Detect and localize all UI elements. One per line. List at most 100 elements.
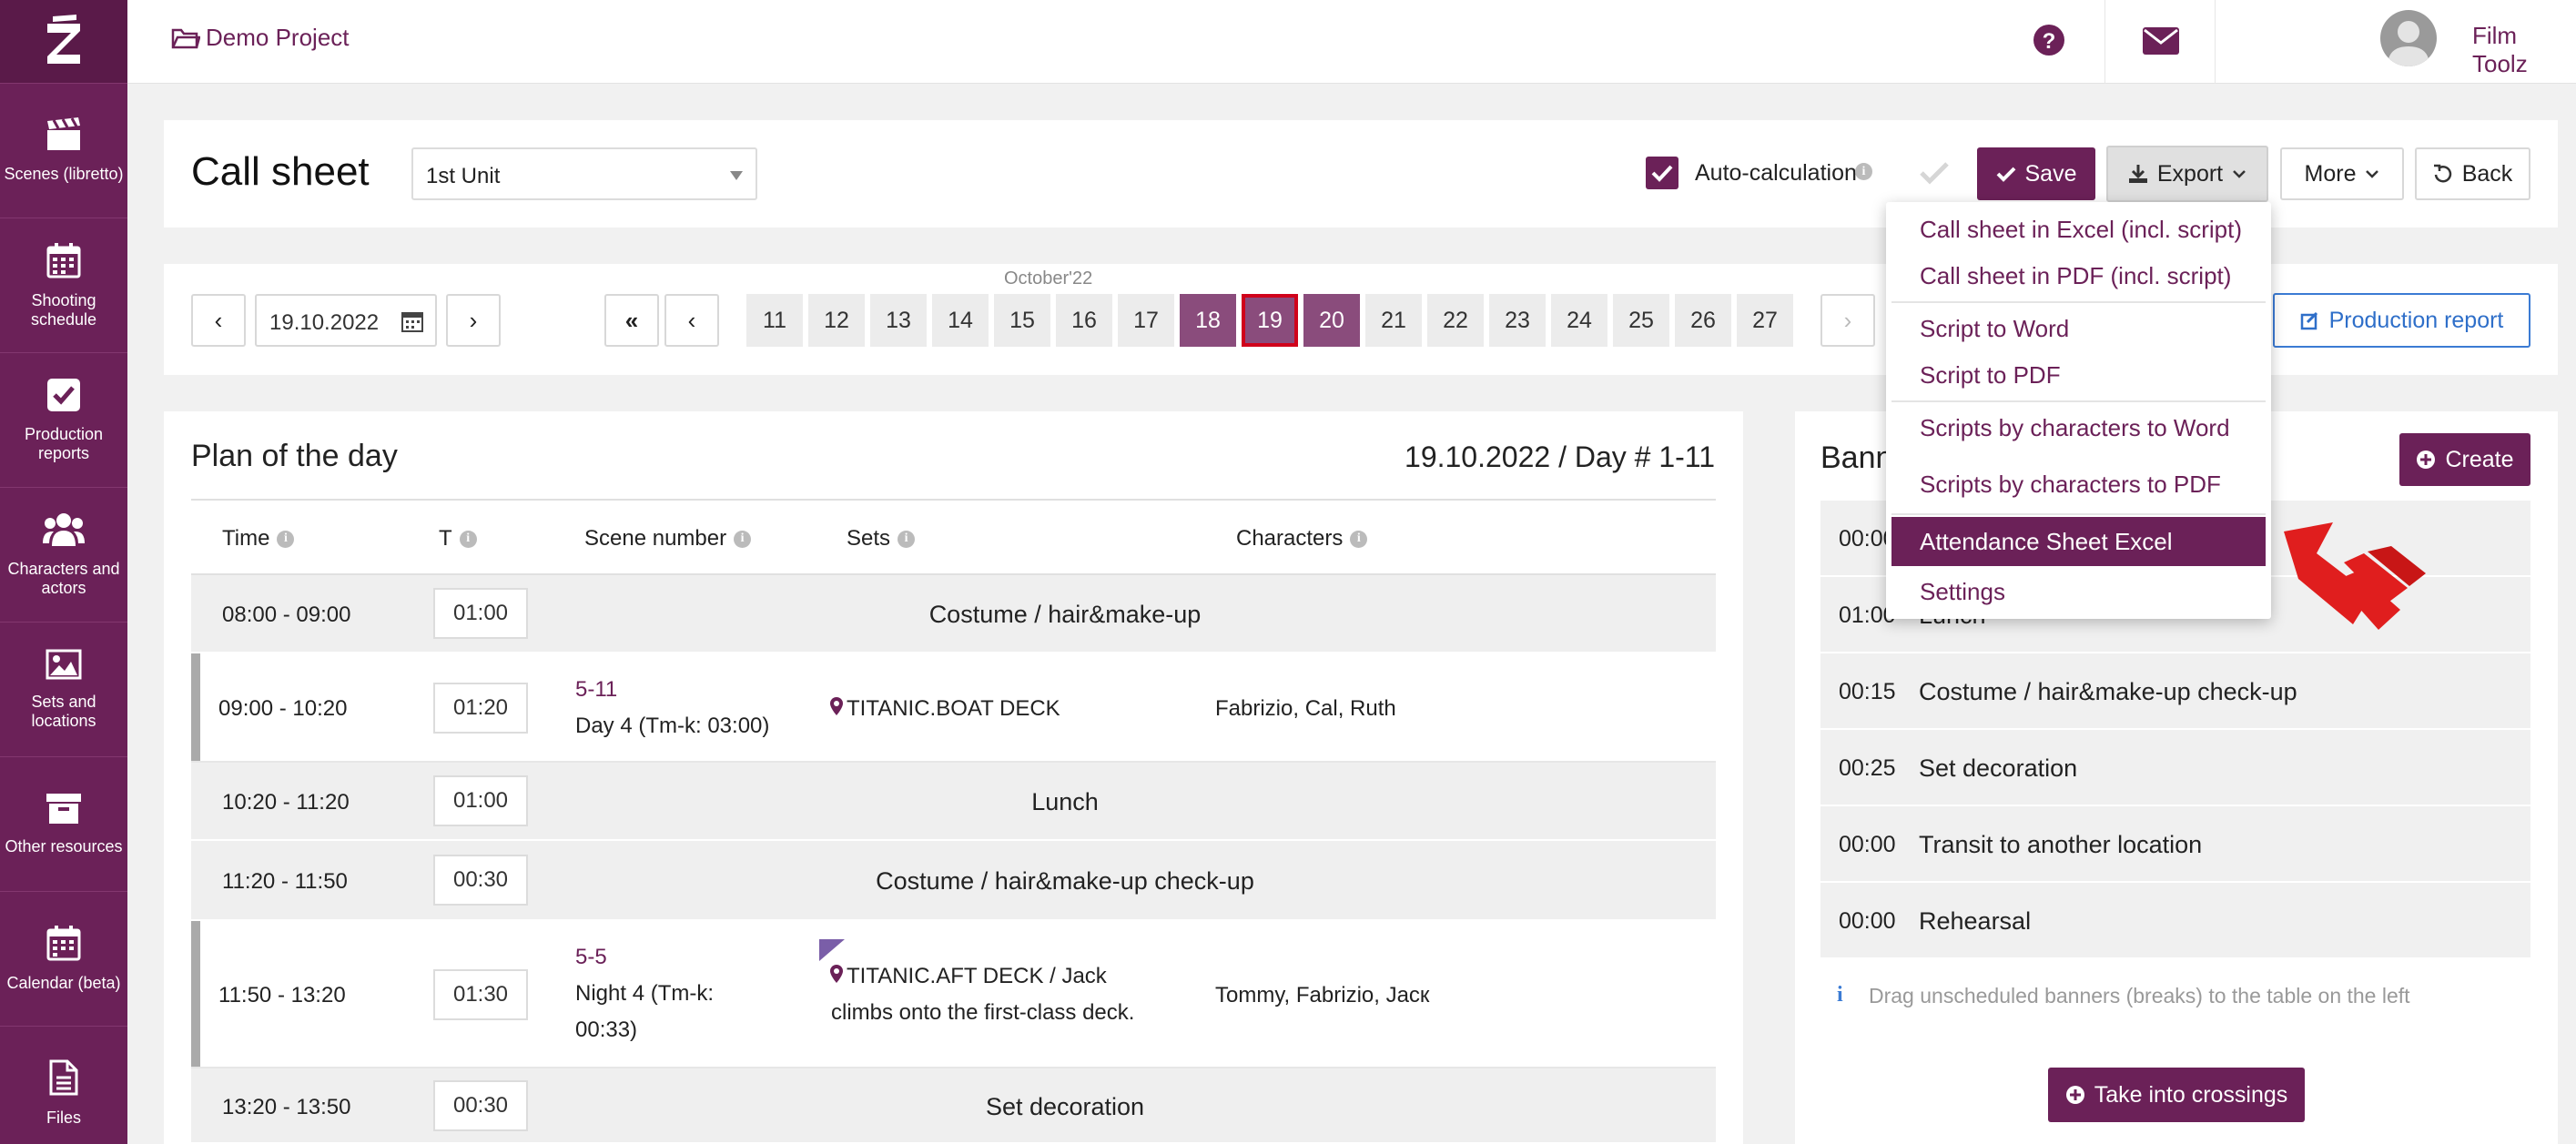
confirm-check-icon[interactable] bbox=[1919, 160, 1950, 186]
row-duration[interactable]: 01:30 bbox=[433, 969, 528, 1020]
export-button[interactable]: Export bbox=[2106, 146, 2268, 202]
image-icon bbox=[46, 649, 82, 679]
undo-icon bbox=[2433, 164, 2451, 183]
sidebar-item-characters[interactable]: Characters and actors bbox=[0, 488, 127, 623]
row-duration[interactable]: 00:30 bbox=[433, 855, 528, 906]
banner-row[interactable]: 00:00 Rehearsal bbox=[1820, 883, 2530, 959]
table-row[interactable]: 11:50 - 13:20 01:30 5-5 Night 4 (Tm-k: 0… bbox=[191, 921, 1716, 1068]
sidebar-item-other-resources[interactable]: Other resources bbox=[0, 757, 127, 892]
menu-item-settings[interactable]: Settings bbox=[1886, 567, 2271, 616]
table-row[interactable]: 08:00 - 09:00 01:00 Costume / hair&make-… bbox=[191, 575, 1716, 653]
day-22-button[interactable]: 22 bbox=[1427, 294, 1484, 347]
auto-calculation-checkbox[interactable] bbox=[1646, 157, 1678, 189]
user-name[interactable]: Film Toolz bbox=[2472, 22, 2576, 78]
day-24-button[interactable]: 24 bbox=[1551, 294, 1607, 347]
info-icon: i bbox=[277, 530, 295, 548]
scene-day: Night 4 (Tm-k: bbox=[575, 981, 715, 1006]
scene-day-continued: 00:33) bbox=[575, 1017, 638, 1042]
menu-item-script-pdf[interactable]: Script to PDF bbox=[1886, 350, 2271, 400]
info-icon: i bbox=[1350, 530, 1368, 548]
table-row[interactable]: 13:20 - 13:50 00:30 Set decoration bbox=[191, 1068, 1716, 1144]
scene-number-link[interactable]: 5-5 bbox=[575, 945, 607, 970]
export-label: Export bbox=[2156, 160, 2224, 187]
menu-item-scripts-by-characters-pdf[interactable]: Scripts by characters to PDF bbox=[1886, 460, 2271, 509]
sidebar-item-sets[interactable]: Sets and locations bbox=[0, 623, 127, 757]
day-11-button[interactable]: 11 bbox=[746, 294, 803, 347]
date-input[interactable]: 19.10.2022 bbox=[255, 294, 437, 347]
menu-item-scripts-by-characters-word[interactable]: Scripts by characters to Word bbox=[1886, 403, 2271, 452]
day-25-button[interactable]: 25 bbox=[1613, 294, 1669, 347]
create-banner-button[interactable]: Create bbox=[2399, 433, 2530, 486]
day-26-button[interactable]: 26 bbox=[1675, 294, 1731, 347]
archive-icon bbox=[46, 794, 81, 824]
day-18-button[interactable]: 18 bbox=[1180, 294, 1236, 347]
unit-select-value: 1st Unit bbox=[426, 164, 501, 188]
first-week-button[interactable]: « bbox=[604, 294, 659, 347]
day-27-button[interactable]: 27 bbox=[1737, 294, 1793, 347]
day-21-button[interactable]: 21 bbox=[1365, 294, 1422, 347]
sidebar-item-files[interactable]: Files bbox=[0, 1027, 127, 1144]
checkbox-icon bbox=[47, 378, 80, 411]
table-row[interactable]: 09:00 - 10:20 01:20 5-11 Day 4 (Tm-k: 03… bbox=[191, 653, 1716, 763]
sidebar-item-calendar[interactable]: Calendar (beta) bbox=[0, 892, 127, 1027]
help-icon[interactable]: ? bbox=[2033, 24, 2065, 56]
prev-week-button[interactable]: ‹ bbox=[664, 294, 719, 347]
set-name: TITANIC.BOAT DECK bbox=[847, 696, 1060, 721]
day-13-button[interactable]: 13 bbox=[870, 294, 927, 347]
save-button[interactable]: Save bbox=[1977, 147, 2095, 200]
menu-item-attendance-sheet-excel[interactable]: Attendance Sheet Excel bbox=[1891, 517, 2266, 566]
caret-down-icon bbox=[730, 171, 743, 180]
banners-hint: Drag unscheduled banners (breaks) to the… bbox=[1869, 984, 2410, 1007]
back-button[interactable]: Back bbox=[2415, 147, 2530, 200]
more-button[interactable]: More bbox=[2280, 147, 2404, 200]
menu-item-call-sheet-excel[interactable]: Call sheet in Excel (incl. script) bbox=[1886, 205, 2271, 254]
prev-date-button[interactable]: ‹ bbox=[191, 294, 246, 347]
table-row[interactable]: 10:20 - 11:20 01:00 Lunch bbox=[191, 763, 1716, 841]
location-pin-icon bbox=[830, 965, 843, 983]
day-20-button[interactable]: 20 bbox=[1303, 294, 1360, 347]
day-23-button[interactable]: 23 bbox=[1489, 294, 1546, 347]
row-duration[interactable]: 01:00 bbox=[433, 588, 528, 639]
info-icon: i bbox=[1855, 163, 1872, 180]
row-banner-label: Costume / hair&make-up check-up bbox=[876, 867, 1254, 895]
day-12-button[interactable]: 12 bbox=[808, 294, 865, 347]
take-into-crossings-button[interactable]: Take into crossings bbox=[2048, 1068, 2305, 1122]
production-report-button[interactable]: Production report bbox=[2273, 293, 2530, 348]
menu-item-script-word[interactable]: Script to Word bbox=[1886, 304, 2271, 353]
column-t: Ti bbox=[439, 526, 477, 552]
day-14-button[interactable]: 14 bbox=[932, 294, 989, 347]
row-duration[interactable]: 01:20 bbox=[433, 683, 528, 734]
table-row[interactable]: 11:20 - 11:50 00:30 Costume / hair&make-… bbox=[191, 841, 1716, 921]
banner-row[interactable]: 00:25 Set decoration bbox=[1820, 730, 2530, 806]
banner-row[interactable]: 00:15 Costume / hair&make-up check-up bbox=[1820, 653, 2530, 730]
table-header-divider bbox=[191, 499, 1716, 501]
sidebar-item-shooting-schedule[interactable]: Shooting schedule bbox=[0, 218, 127, 353]
app-logo[interactable] bbox=[0, 0, 127, 84]
info-icon: i bbox=[459, 530, 477, 548]
export-dropdown-menu: Call sheet in Excel (incl. script) Call … bbox=[1886, 202, 2271, 619]
create-label: Create bbox=[2445, 446, 2514, 472]
day-15-button[interactable]: 15 bbox=[994, 294, 1050, 347]
project-breadcrumb[interactable]: Demo Project bbox=[171, 24, 350, 52]
sidebar-item-production-reports[interactable]: Production reports bbox=[0, 353, 127, 488]
column-time: Time i bbox=[222, 526, 295, 552]
menu-item-call-sheet-pdf[interactable]: Call sheet in PDF (incl. script) bbox=[1886, 251, 2271, 300]
row-duration[interactable]: 01:00 bbox=[433, 775, 528, 826]
day-16-button[interactable]: 16 bbox=[1056, 294, 1112, 347]
banner-row[interactable]: 00:00 Transit to another location bbox=[1820, 806, 2530, 883]
next-week-button[interactable]: › bbox=[1820, 294, 1875, 347]
unit-select[interactable]: 1st Unit bbox=[411, 147, 757, 200]
row-duration[interactable]: 00:30 bbox=[433, 1080, 528, 1131]
edit-icon bbox=[2300, 311, 2317, 330]
scene-number-link[interactable]: 5-11 bbox=[575, 677, 617, 703]
next-date-button[interactable]: › bbox=[446, 294, 501, 347]
day-19-button[interactable]: 19 bbox=[1242, 294, 1298, 347]
row-time: 11:50 - 13:20 bbox=[218, 983, 346, 1007]
mail-icon[interactable] bbox=[2143, 27, 2179, 55]
day-17-button[interactable]: 17 bbox=[1118, 294, 1174, 347]
avatar[interactable] bbox=[2380, 10, 2437, 66]
sidebar-item-label: Other resources bbox=[5, 837, 123, 855]
calendar-icon[interactable] bbox=[401, 309, 424, 333]
sidebar-item-scenes[interactable]: Scenes (libretto) bbox=[0, 84, 127, 218]
divider bbox=[2104, 0, 2105, 84]
